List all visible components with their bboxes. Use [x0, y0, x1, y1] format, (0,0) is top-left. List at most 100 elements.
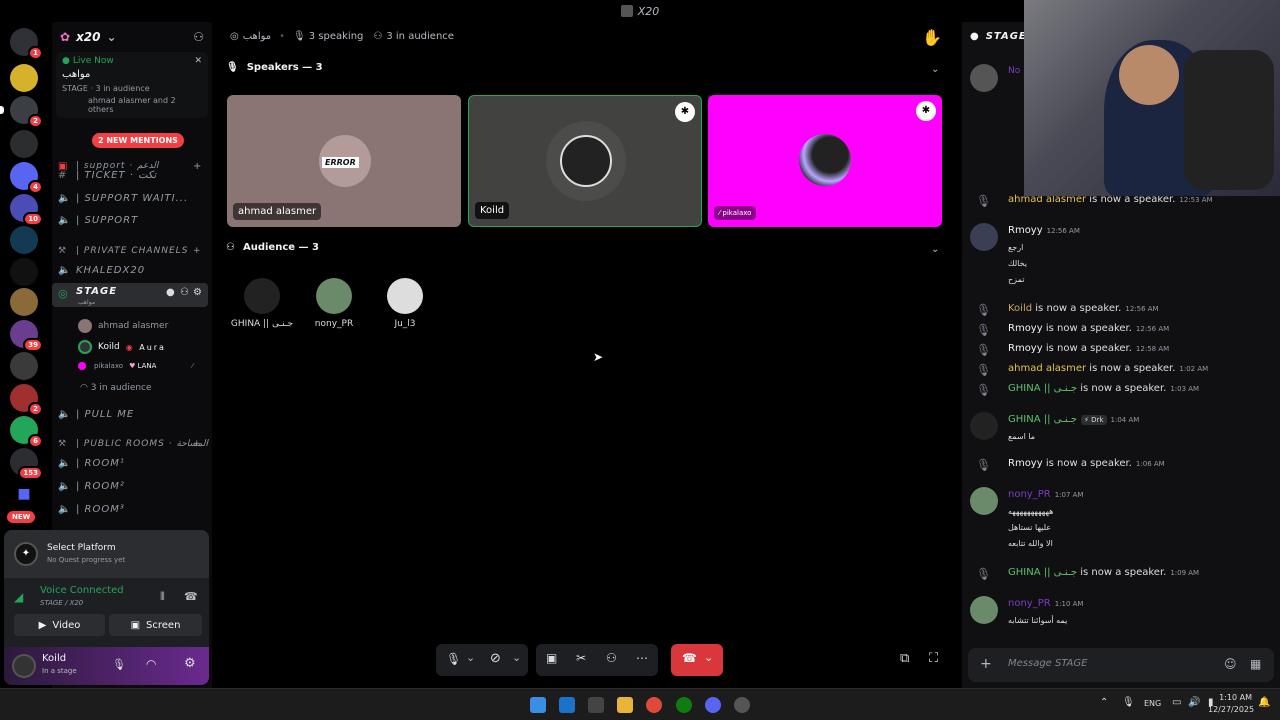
- quest-card[interactable]: ✦ Select Platform No Quest progress yet: [4, 530, 209, 578]
- microphone-icon[interactable]: 🎙: [446, 652, 461, 666]
- server-icon[interactable]: 10: [10, 194, 43, 226]
- author-name[interactable]: nony_PR: [1008, 489, 1051, 500]
- author-name[interactable]: GHINA || جـنـى: [1008, 567, 1077, 578]
- emoji-icon[interactable]: ☺: [1224, 657, 1237, 671]
- user-name[interactable]: Koild: [42, 653, 66, 664]
- volume-icon[interactable]: 🔊: [1188, 697, 1200, 708]
- voice-channel[interactable]: STAGE / X20: [40, 599, 83, 607]
- clock-time[interactable]: 1:10 AM: [1212, 693, 1252, 702]
- category-private[interactable]: ⚒ | PRIVATE CHANNELS +: [58, 241, 201, 261]
- leave-stage-button[interactable]: ☎ ⌄: [671, 644, 723, 676]
- channel-support-waiting[interactable]: 🔈 | SUPPORT WAITI...: [58, 188, 188, 208]
- chevron-down-icon[interactable]: ⌄: [466, 651, 475, 664]
- plus-icon[interactable]: +: [980, 656, 992, 672]
- xbox-icon[interactable]: [676, 697, 692, 713]
- speaker-tile[interactable]: ✱ Koild: [468, 95, 702, 227]
- author-name[interactable]: GHINA || جـنـى: [1008, 414, 1077, 425]
- plus-icon[interactable]: +: [193, 439, 202, 449]
- channel-stage-selected[interactable]: ◎ STAGE مواهب ● ⚇ ⚙: [52, 283, 208, 307]
- gear-icon[interactable]: ⚙: [193, 287, 202, 298]
- channel-pull-me[interactable]: 🔈 | PULL ME: [58, 404, 134, 424]
- stage-member[interactable]: Koild ◉ Aura: [78, 340, 166, 354]
- guild-header[interactable]: ✿ x20 ⌄ ⚇: [52, 22, 212, 52]
- microphone-icon[interactable]: 🎙: [112, 658, 126, 671]
- discord-icon[interactable]: [705, 697, 721, 713]
- author-name[interactable]: Rmoyy: [1008, 323, 1043, 334]
- chat-icon[interactable]: ●: [166, 287, 175, 298]
- server-icon[interactable]: [10, 130, 38, 158]
- audience-member[interactable]: nony_PR: [299, 278, 369, 329]
- author-name[interactable]: GHINA || جـنـى: [1008, 383, 1077, 394]
- server-icon[interactable]: 39: [10, 320, 43, 352]
- camera-off-icon[interactable]: ⊘: [490, 651, 501, 666]
- author-name[interactable]: Koild: [1008, 303, 1032, 314]
- raise-hand-icon[interactable]: ✋: [922, 28, 942, 47]
- notification-icon[interactable]: 🔔: [1258, 697, 1270, 708]
- tray-chevron-icon[interactable]: ⌃: [1100, 697, 1108, 708]
- language-indicator[interactable]: ENG: [1144, 699, 1161, 708]
- server-icon[interactable]: 4: [10, 162, 43, 194]
- author-name[interactable]: nony_PR: [1008, 598, 1051, 609]
- channel-room-1[interactable]: 🔈 | ROOM¹: [58, 453, 125, 473]
- file-explorer-icon[interactable]: [617, 697, 633, 713]
- activity-icon[interactable]: ✂: [576, 651, 586, 665]
- stage-audience-count[interactable]: ◠ 3 in audience: [80, 383, 152, 393]
- gear-icon[interactable]: ⚙: [184, 656, 196, 671]
- outlook-icon[interactable]: [559, 697, 575, 713]
- speaker-tile[interactable]: ✱ ⁄ pikalaxo: [708, 95, 942, 227]
- chrome-icon[interactable]: [646, 697, 662, 713]
- noise-suppression-icon[interactable]: ⦀: [160, 590, 165, 604]
- avatar[interactable]: [970, 487, 998, 515]
- apps-icon[interactable]: ▦: [1250, 657, 1261, 671]
- server-icon[interactable]: [10, 352, 38, 380]
- server-icon[interactable]: [10, 288, 38, 316]
- server-icon-home[interactable]: 1: [10, 28, 43, 60]
- stage-member[interactable]: pikalaxo ♥ LANA ⁄: [78, 362, 193, 370]
- add-member-icon[interactable]: ⚇: [193, 30, 204, 44]
- disconnect-icon[interactable]: ☎: [184, 590, 198, 603]
- microphone-icon[interactable]: 🎙: [1122, 697, 1135, 708]
- audience-member[interactable]: GHINA || جـنـى: [227, 278, 297, 329]
- video-button[interactable]: ▶ Video: [14, 614, 105, 636]
- avatar[interactable]: [970, 596, 998, 624]
- avatar[interactable]: [12, 654, 36, 678]
- start-icon[interactable]: [530, 697, 546, 713]
- screen-share-icon[interactable]: ▣: [546, 651, 557, 665]
- plus-icon[interactable]: +: [193, 246, 202, 256]
- server-icon[interactable]: 2: [0, 96, 43, 128]
- stage-member[interactable]: ahmad alasmer: [78, 319, 168, 333]
- more-icon[interactable]: ⋯: [636, 651, 648, 665]
- category-public[interactable]: ⚒ | PUBLIC ROOMS · المساحة +: [58, 434, 208, 454]
- chevron-down-icon[interactable]: ⌄: [512, 651, 521, 664]
- invite-icon[interactable]: ⚇: [180, 287, 189, 298]
- author-name[interactable]: Rmoyy: [1008, 225, 1043, 236]
- folder-icon[interactable]: ■: [10, 480, 38, 508]
- channel-khaledx20[interactable]: 🔈 KHALEDX20: [58, 260, 145, 280]
- channel-ticket[interactable]: # | TICKET · تكت: [58, 165, 156, 185]
- channel-support[interactable]: 🔈 | SUPPORT: [58, 210, 138, 230]
- chevron-down-icon[interactable]: ⌄: [931, 244, 939, 255]
- server-icon[interactable]: [10, 226, 38, 254]
- fullscreen-icon[interactable]: ⛶: [929, 651, 938, 666]
- author-name[interactable]: Rmoyy: [1008, 343, 1043, 354]
- plus-icon[interactable]: +: [193, 161, 202, 172]
- voice-status[interactable]: Voice Connected: [40, 585, 124, 596]
- speaker-tile[interactable]: ERROR ahmad alasmer: [227, 95, 461, 227]
- app-icon[interactable]: [734, 697, 750, 713]
- chevron-down-icon[interactable]: ⌄: [931, 64, 939, 75]
- server-icon[interactable]: [10, 258, 38, 286]
- message-input[interactable]: Message STAGE: [1008, 658, 1087, 669]
- author-name[interactable]: Rmoyy: [1008, 458, 1043, 469]
- author-name[interactable]: ahmad alasmer: [1008, 363, 1086, 374]
- avatar[interactable]: [970, 412, 998, 440]
- network-icon[interactable]: ▭: [1172, 697, 1181, 708]
- server-icon[interactable]: [10, 64, 38, 92]
- live-now-card[interactable]: ● Live Now ✕ مواهب STAGE · 3 in audience a…: [56, 52, 208, 118]
- new-mentions-pill[interactable]: 2 NEW MENTIONS: [92, 133, 184, 148]
- popout-icon[interactable]: ⧉: [900, 651, 909, 666]
- headphones-icon[interactable]: ◠: [146, 657, 156, 671]
- avatar[interactable]: [970, 223, 998, 251]
- move-to-audience-icon[interactable]: ⚇: [606, 651, 617, 665]
- server-icon[interactable]: 153: [10, 448, 43, 480]
- channel-room-3[interactable]: 🔈 | ROOM³: [58, 499, 125, 519]
